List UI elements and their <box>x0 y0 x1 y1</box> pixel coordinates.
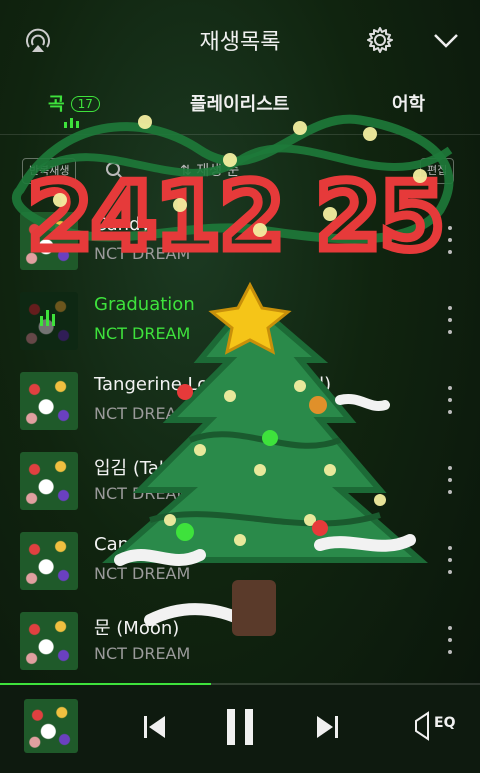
tab-songs-label: 곡 <box>48 94 65 115</box>
song-title: Tangerine Love (Seasonal) <box>94 374 332 395</box>
speaker-icon <box>415 711 429 741</box>
album-cover <box>20 612 78 670</box>
eq-button[interactable]: EQ <box>412 711 458 741</box>
album-cover <box>20 372 78 430</box>
now-playing-icon <box>40 310 55 326</box>
edit-button[interactable]: 편집 <box>420 158 455 184</box>
page-title: 재생목록 <box>199 30 281 55</box>
next-icon[interactable] <box>308 707 348 747</box>
more-options-icon[interactable] <box>446 306 454 334</box>
song-artist: NCT DREAM <box>94 484 191 503</box>
more-options-icon[interactable] <box>446 386 454 414</box>
list-item[interactable]: Candle NCT DREAM <box>0 520 480 600</box>
song-title: Candy <box>94 214 152 235</box>
header: 재생목록 <box>0 0 480 80</box>
mini-player: EQ <box>0 685 480 773</box>
more-options-icon[interactable] <box>446 466 454 494</box>
pause-icon[interactable] <box>220 707 260 747</box>
search-icon[interactable] <box>104 160 126 186</box>
song-title: Candle <box>94 534 157 555</box>
list-item[interactable]: 입김 (Take A Breath) NCT DREAM <box>0 440 480 520</box>
more-options-icon[interactable] <box>446 546 454 574</box>
tab-songs[interactable]: 곡 17 <box>48 90 100 116</box>
now-playing-cover[interactable] <box>24 699 78 753</box>
album-cover <box>20 212 78 270</box>
sort-label: 재생 순 <box>196 163 240 179</box>
list-toolbar: 반복재생 ⇅ 재생 순 편집 <box>0 154 480 190</box>
tab-language[interactable]: 어학 <box>392 90 425 116</box>
list-item[interactable]: Tangerine Love (Seasonal) NCT DREAM <box>0 360 480 440</box>
sort-icon: ⇅ <box>180 163 197 179</box>
repeat-button[interactable]: 반복재생 <box>22 158 77 184</box>
list-item[interactable]: Graduation NCT DREAM <box>0 280 480 360</box>
song-title: 문 (Moon) <box>94 618 180 639</box>
more-options-icon[interactable] <box>446 226 454 254</box>
song-count-badge: 17 <box>70 96 100 112</box>
song-artist: NCT DREAM <box>94 644 191 663</box>
song-artist: NCT DREAM <box>94 324 191 343</box>
song-artist: NCT DREAM <box>94 564 191 583</box>
eq-label: EQ <box>434 715 456 731</box>
more-options-icon[interactable] <box>446 626 454 654</box>
album-cover <box>20 452 78 510</box>
gear-icon[interactable] <box>362 22 398 58</box>
song-artist: NCT DREAM <box>94 404 191 423</box>
previous-icon[interactable] <box>134 707 174 747</box>
playing-indicator-icon <box>64 118 79 128</box>
album-cover <box>20 532 78 590</box>
list-item[interactable]: 문 (Moon) NCT DREAM <box>0 600 480 680</box>
sort-button[interactable]: ⇅ 재생 순 <box>180 160 239 180</box>
chevron-down-icon[interactable] <box>428 22 464 58</box>
list-item[interactable]: Candy NCT DREAM <box>0 200 480 280</box>
tab-playlists[interactable]: 플레이리스트 <box>190 90 289 116</box>
song-title: Graduation <box>94 294 195 315</box>
song-title: 입김 (Take A Breath) <box>94 458 271 479</box>
song-artist: NCT DREAM <box>94 244 191 263</box>
